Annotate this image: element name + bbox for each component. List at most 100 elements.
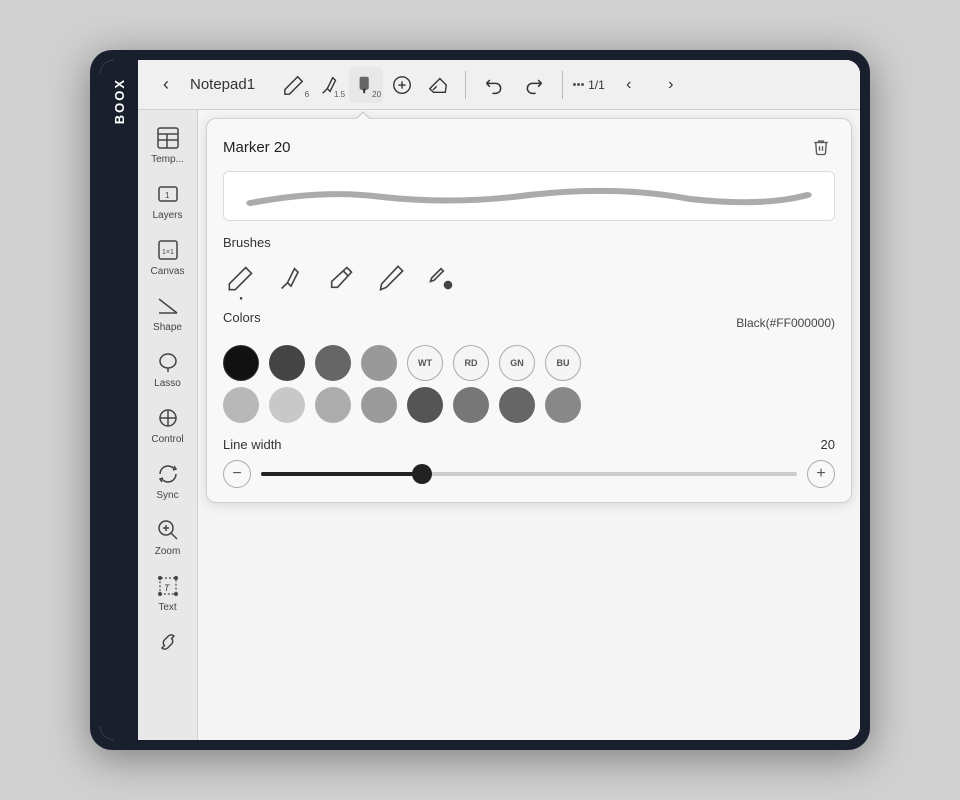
brush-option-4[interactable] bbox=[373, 260, 409, 296]
panel-header: Marker 20 bbox=[223, 133, 835, 161]
color-black[interactable] bbox=[223, 345, 259, 381]
svg-text:1×1: 1×1 bbox=[162, 249, 174, 256]
layers-icon: 1 bbox=[154, 180, 182, 208]
colors-grid: WT RD GN BU bbox=[223, 345, 835, 423]
text-label: Text bbox=[158, 602, 176, 614]
color-lg4[interactable] bbox=[361, 387, 397, 423]
brand-bar: BOOX bbox=[100, 60, 138, 740]
add-tool-button[interactable] bbox=[385, 67, 419, 103]
control-label: Control bbox=[151, 434, 183, 446]
colors-header: Colors Black(#FF000000) bbox=[223, 310, 835, 335]
undo-redo-group bbox=[476, 67, 552, 103]
delete-button[interactable] bbox=[807, 133, 835, 161]
brand-label: BOOX bbox=[112, 78, 127, 124]
sidebar-item-shape[interactable]: Shape bbox=[142, 286, 194, 340]
template-icon bbox=[154, 124, 182, 152]
page-dots bbox=[573, 83, 584, 86]
sidebar-item-lasso[interactable]: Lasso bbox=[142, 342, 194, 396]
brush-option-5[interactable] bbox=[423, 260, 459, 296]
linewidth-label: Line width bbox=[223, 437, 282, 452]
lasso-icon bbox=[154, 348, 182, 376]
page-number: 1/1 bbox=[588, 78, 605, 92]
colors-section-title: Colors bbox=[223, 310, 261, 325]
marker-panel: Marker 20 bbox=[206, 118, 852, 503]
brush-option-3[interactable] bbox=[323, 260, 359, 296]
color-dg4[interactable] bbox=[545, 387, 581, 423]
redo-button[interactable] bbox=[516, 67, 552, 103]
page-info: 1/1 bbox=[573, 78, 605, 92]
linewidth-decrease-button[interactable]: − bbox=[223, 460, 251, 488]
color-darkgray2[interactable] bbox=[315, 345, 351, 381]
drawing-area: Marker 20 bbox=[198, 110, 860, 740]
device-screen: BOOX ‹ Notepad1 6 bbox=[100, 60, 860, 740]
left-sidebar: Temp... 1 Layers bbox=[138, 110, 198, 740]
sidebar-item-layers[interactable]: 1 Layers bbox=[142, 174, 194, 228]
colors-row-1: WT RD GN BU bbox=[223, 345, 835, 381]
pen-tool-button[interactable]: 1.5 bbox=[313, 67, 347, 103]
brushes-row bbox=[223, 260, 835, 296]
linewidth-increase-button[interactable]: + bbox=[807, 460, 835, 488]
color-dg3[interactable] bbox=[499, 387, 535, 423]
linewidth-slider-thumb[interactable] bbox=[412, 464, 432, 484]
color-value-label: Black(#FF000000) bbox=[736, 316, 835, 330]
colors-row-2 bbox=[223, 387, 835, 423]
color-blue[interactable]: BU bbox=[545, 345, 581, 381]
text-icon: T bbox=[154, 572, 182, 600]
marker-tool-button[interactable]: 20 bbox=[349, 67, 383, 103]
color-red[interactable]: RD bbox=[453, 345, 489, 381]
linewidth-value: 20 bbox=[821, 437, 835, 452]
template-label: Temp... bbox=[151, 154, 184, 166]
color-lg2[interactable] bbox=[269, 387, 305, 423]
pen-badge: 1.5 bbox=[334, 90, 345, 99]
tool-group: 6 1.5 bbox=[277, 67, 455, 103]
eraser-tool-button[interactable] bbox=[421, 67, 455, 103]
slider-row: − + bbox=[223, 460, 835, 488]
top-toolbar: ‹ Notepad1 6 bbox=[138, 60, 860, 110]
sidebar-item-sync[interactable]: Sync bbox=[142, 454, 194, 508]
color-dg1[interactable] bbox=[407, 387, 443, 423]
sidebar-item-text[interactable]: T Text bbox=[142, 566, 194, 620]
link-icon bbox=[154, 628, 182, 656]
back-button[interactable]: ‹ bbox=[148, 67, 184, 103]
device-frame: BOOX ‹ Notepad1 6 bbox=[90, 50, 870, 750]
panel-title: Marker 20 bbox=[223, 139, 291, 156]
sidebar-item-zoom[interactable]: Zoom bbox=[142, 510, 194, 564]
control-icon bbox=[154, 404, 182, 432]
sidebar-item-control[interactable]: Control bbox=[142, 398, 194, 452]
shape-label: Shape bbox=[153, 322, 182, 334]
color-lg3[interactable] bbox=[315, 387, 351, 423]
sync-icon bbox=[154, 460, 182, 488]
toolbar-separator-1 bbox=[465, 71, 466, 99]
svg-text:T: T bbox=[164, 583, 171, 593]
color-green[interactable]: GN bbox=[499, 345, 535, 381]
shape-icon bbox=[154, 292, 182, 320]
undo-button[interactable] bbox=[476, 67, 512, 103]
next-page-button[interactable]: › bbox=[653, 67, 689, 103]
sidebar-item-template[interactable]: Temp... bbox=[142, 118, 194, 172]
layers-label: Layers bbox=[152, 210, 182, 222]
brush-preview bbox=[223, 171, 835, 221]
linewidth-slider-track[interactable] bbox=[261, 472, 797, 476]
pencil-badge: 6 bbox=[305, 90, 309, 99]
svg-text:1: 1 bbox=[165, 191, 170, 200]
brush-option-1[interactable] bbox=[223, 260, 259, 296]
sidebar-item-link[interactable] bbox=[142, 622, 194, 662]
canvas-label: Canvas bbox=[151, 266, 185, 278]
linewidth-header: Line width 20 bbox=[223, 437, 835, 452]
color-lg1[interactable] bbox=[223, 387, 259, 423]
content-area: Temp... 1 Layers bbox=[138, 110, 860, 740]
prev-page-button[interactable]: ‹ bbox=[611, 67, 647, 103]
linewidth-slider-fill bbox=[261, 472, 422, 476]
color-darkgray1[interactable] bbox=[269, 345, 305, 381]
brushes-section-title: Brushes bbox=[223, 235, 835, 250]
zoom-icon bbox=[154, 516, 182, 544]
pencil-tool-button[interactable]: 6 bbox=[277, 67, 311, 103]
color-gray[interactable] bbox=[361, 345, 397, 381]
lasso-label: Lasso bbox=[154, 378, 181, 390]
sidebar-item-canvas[interactable]: 1×1 Canvas bbox=[142, 230, 194, 284]
sync-label: Sync bbox=[156, 490, 178, 502]
brush-option-2[interactable] bbox=[273, 260, 309, 296]
color-dg2[interactable] bbox=[453, 387, 489, 423]
color-white[interactable]: WT bbox=[407, 345, 443, 381]
toolbar-separator-2 bbox=[562, 71, 563, 99]
